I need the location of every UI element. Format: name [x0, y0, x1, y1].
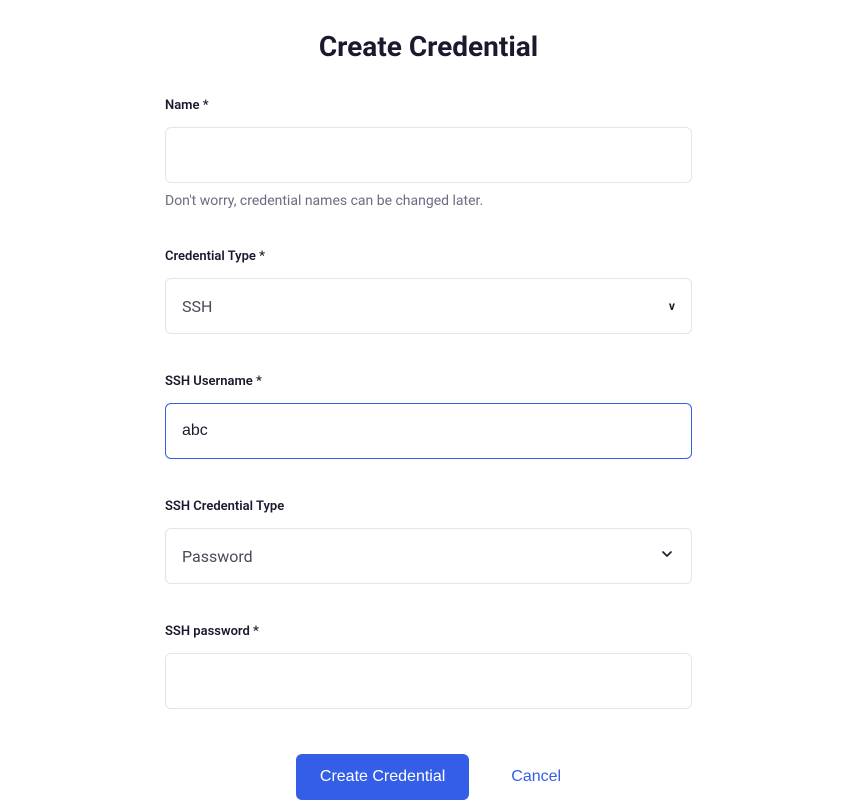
button-row: Create Credential Cancel — [165, 754, 692, 800]
credential-type-select[interactable]: SSH v — [165, 278, 692, 334]
credential-type-label: Credential Type * — [165, 249, 692, 264]
ssh-username-input[interactable] — [165, 403, 692, 459]
ssh-credential-type-label: SSH Credential Type — [165, 499, 692, 514]
ssh-username-label: SSH Username * — [165, 374, 692, 389]
ssh-credential-type-group: SSH Credential Type Password — [165, 499, 692, 584]
page-title: Create Credential — [165, 30, 692, 63]
ssh-credential-type-value: Password — [182, 547, 253, 566]
name-help-text: Don't worry, credential names can be cha… — [165, 193, 692, 209]
ssh-credential-type-select[interactable]: Password — [165, 528, 692, 584]
create-credential-form: Create Credential Name * Don't worry, cr… — [165, 0, 692, 800]
cancel-button[interactable]: Cancel — [511, 768, 561, 786]
chevron-down-icon: v — [669, 299, 675, 313]
ssh-username-group: SSH Username * — [165, 374, 692, 459]
ssh-password-group: SSH password * — [165, 624, 692, 709]
create-credential-button[interactable]: Create Credential — [296, 754, 469, 800]
name-label: Name * — [165, 98, 692, 113]
name-group: Name * Don't worry, credential names can… — [165, 98, 692, 209]
name-input[interactable] — [165, 127, 692, 183]
chevron-down-icon — [659, 546, 675, 566]
ssh-password-label: SSH password * — [165, 624, 692, 639]
ssh-password-input[interactable] — [165, 653, 692, 709]
credential-type-value: SSH — [182, 297, 212, 316]
credential-type-group: Credential Type * SSH v — [165, 249, 692, 334]
